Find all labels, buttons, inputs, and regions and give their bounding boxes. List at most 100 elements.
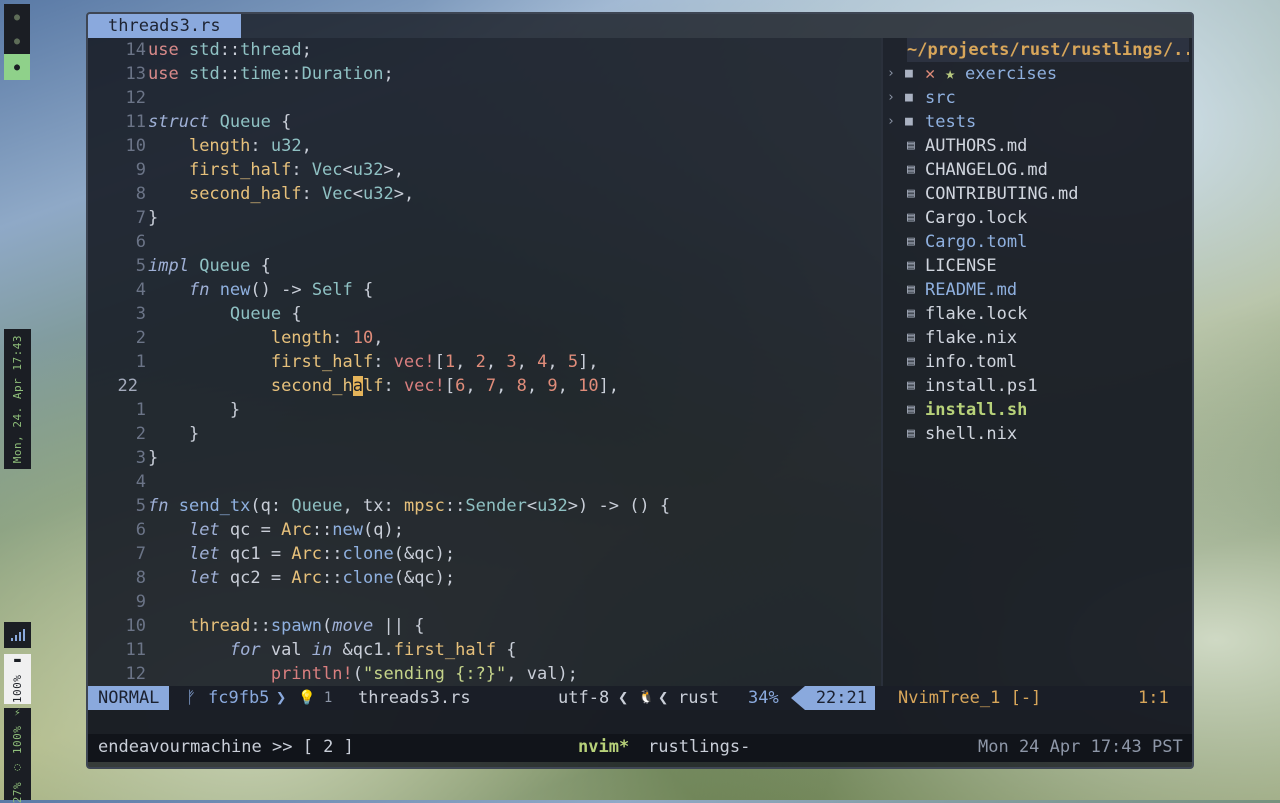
tmux-session: endeavourmachine >> [ 2 ] xyxy=(98,737,354,757)
command-line[interactable] xyxy=(88,710,1192,734)
tree-folder-item[interactable]: › ■ tests xyxy=(883,110,1192,134)
file-icon: ▤ xyxy=(907,306,915,321)
tree-file-item[interactable]: ▤ info.toml xyxy=(883,350,1192,374)
file-encoding: utf-8 xyxy=(558,688,610,708)
volume-widget[interactable]: 100% ▬ xyxy=(4,654,31,704)
tree-root-path[interactable]: ~/projects/rust/rustlings/.. xyxy=(907,38,1189,62)
tree-file-item[interactable]: ▤ README.md xyxy=(883,278,1192,302)
network-widget[interactable] xyxy=(4,622,31,648)
code-line: use std::time::Duration; xyxy=(148,64,394,84)
chevron-right-icon[interactable]: › xyxy=(887,62,895,86)
line-number: 9 xyxy=(135,160,146,180)
folder-icon: ■ xyxy=(905,114,913,129)
folder-icon: ■ xyxy=(905,90,913,105)
file-icon: ▤ xyxy=(907,402,915,417)
line-number: 3 xyxy=(135,448,146,468)
clock-widget: Mon, 24. Apr 17:43 xyxy=(4,329,31,469)
line-number: 2 xyxy=(135,328,146,348)
line-number: 5 xyxy=(135,496,146,516)
tree-file-item[interactable]: ▤ install.ps1 xyxy=(883,374,1192,398)
git-branch-icon: ᚠ xyxy=(186,688,197,708)
tree-folder-item[interactable]: › ■ ✕ ★ exercises xyxy=(883,62,1192,86)
tmux-window[interactable]: rustlings- xyxy=(648,734,750,760)
tree-file-item[interactable]: ▤ shell.nix xyxy=(883,422,1192,446)
file-icon: ▤ xyxy=(907,210,915,225)
buffer-tab[interactable]: threads3.rs xyxy=(88,14,241,38)
folder-icon: ■ xyxy=(905,66,913,81)
chevron-left-icon: ❮ xyxy=(658,688,669,708)
file-name: README.md xyxy=(925,280,1018,300)
code-editor[interactable]: 14 13 12 11 10 9 8 7 6 5 4 3 2 1 22 1 2 3 4 5 6 7 8 9 10 11 12 use… xyxy=(88,38,881,686)
tree-file-item[interactable]: ▤ flake.lock xyxy=(883,302,1192,326)
line-number: 6 xyxy=(135,520,146,540)
tree-file-item[interactable]: ▤ flake.nix xyxy=(883,326,1192,350)
file-icon: ▤ xyxy=(907,258,915,273)
tree-file-item[interactable]: ▤ LICENSE xyxy=(883,254,1192,278)
tree-file-item[interactable]: ▤ Cargo.toml xyxy=(883,230,1192,254)
git-deleted-icon: ✕ xyxy=(925,64,936,84)
tree-file-item[interactable]: ▤ CHANGELOG.md xyxy=(883,158,1192,182)
code-line: fn send_tx(q: Queue, tx: mpsc::Sender<u3… xyxy=(148,496,671,516)
status-line: NORMAL ᚠ fc9fb5 ❯ 💡 1 threads3.rs utf-8 … xyxy=(88,686,1192,710)
code-line: use std::thread; xyxy=(148,40,312,60)
terminal-window[interactable]: threads3.rs 14 13 12 11 10 9 8 7 6 5 4 3 2 1 22 1 2 3 4 5 6 7… xyxy=(86,12,1194,769)
file-icon: ▤ xyxy=(907,138,915,153)
line-number: 14 xyxy=(125,40,146,60)
code-line: Queue { xyxy=(229,304,302,324)
tree-folder-item[interactable]: › ■ src xyxy=(883,86,1192,110)
tree-file-item[interactable]: ▤ CONTRIBUTING.md xyxy=(883,182,1192,206)
file-icon: ▤ xyxy=(907,186,915,201)
code-line: length: u32, xyxy=(188,136,312,156)
line-number: 8 xyxy=(135,568,146,588)
tree-file-item[interactable]: ▤ AUTHORS.md xyxy=(883,134,1192,158)
code-line: let qc = Arc::new(q); xyxy=(188,520,404,540)
code-line: let qc2 = Arc::clone(&qc); xyxy=(188,568,456,588)
line-number: 10 xyxy=(125,136,146,156)
file-icon: ▤ xyxy=(907,426,915,441)
file-tree-panel[interactable]: ~/projects/rust/rustlings/.. › ■ ✕ ★ exercis… xyxy=(883,38,1192,686)
line-number: 12 xyxy=(125,664,146,684)
code-line: } xyxy=(148,448,159,468)
cursor-position: 22:21 xyxy=(805,686,875,710)
chevron-right-icon[interactable]: › xyxy=(887,110,895,134)
file-name: LICENSE xyxy=(925,256,997,276)
filetype: rust xyxy=(678,688,719,708)
line-number: 6 xyxy=(135,232,146,252)
tmux-window-active[interactable]: nvim* xyxy=(578,734,629,760)
code-line: first_half: Vec<u32>, xyxy=(188,160,404,180)
file-name: Cargo.lock xyxy=(925,208,1028,228)
text-cursor: a xyxy=(352,376,363,396)
line-number: 9 xyxy=(135,592,146,612)
file-name: CONTRIBUTING.md xyxy=(925,184,1079,204)
line-number: 3 xyxy=(135,304,146,324)
file-name: install.sh xyxy=(925,400,1028,420)
tree-file-item[interactable]: ▤ Cargo.lock xyxy=(883,206,1192,230)
battery-widget: 27% ◌ 100% ⚡ xyxy=(4,705,31,803)
tabline: threads3.rs xyxy=(88,14,1192,38)
tree-cursor-position: 1:1 xyxy=(1138,688,1169,708)
code-line-current: second_half: vec![6, 7, 8, 9, 10], xyxy=(270,376,620,396)
code-line: } xyxy=(148,424,200,444)
line-number: 11 xyxy=(125,640,146,660)
line-number: 4 xyxy=(135,280,146,300)
line-number: 1 xyxy=(135,352,146,372)
bookmark-star-icon: ★ xyxy=(945,64,956,84)
file-name: flake.lock xyxy=(925,304,1028,324)
status-arrow xyxy=(791,686,805,710)
tmux-status-bar: endeavourmachine >> [ 2 ] nvim* rustling… xyxy=(88,734,1192,762)
line-number: 1 xyxy=(135,400,146,420)
diagnostics-count[interactable]: 💡 1 xyxy=(298,686,332,710)
file-name: info.toml xyxy=(925,352,1018,372)
workspace-2[interactable]: ● xyxy=(4,28,30,54)
code-line: let qc1 = Arc::clone(&qc); xyxy=(188,544,456,564)
chevron-right-icon[interactable]: › xyxy=(887,86,895,110)
file-name: shell.nix xyxy=(925,424,1018,444)
folder-name: src xyxy=(925,88,956,108)
workspace-1[interactable]: ● xyxy=(4,4,30,30)
file-name: Cargo.toml xyxy=(925,232,1028,252)
workspace-3-active[interactable]: ● xyxy=(4,54,30,80)
file-name: flake.nix xyxy=(925,328,1018,348)
tree-file-item[interactable]: ▤ install.sh xyxy=(883,398,1192,422)
line-number-current: 22 xyxy=(117,376,138,396)
tree-buffer-name: NvimTree_1 [-] xyxy=(898,688,1042,708)
